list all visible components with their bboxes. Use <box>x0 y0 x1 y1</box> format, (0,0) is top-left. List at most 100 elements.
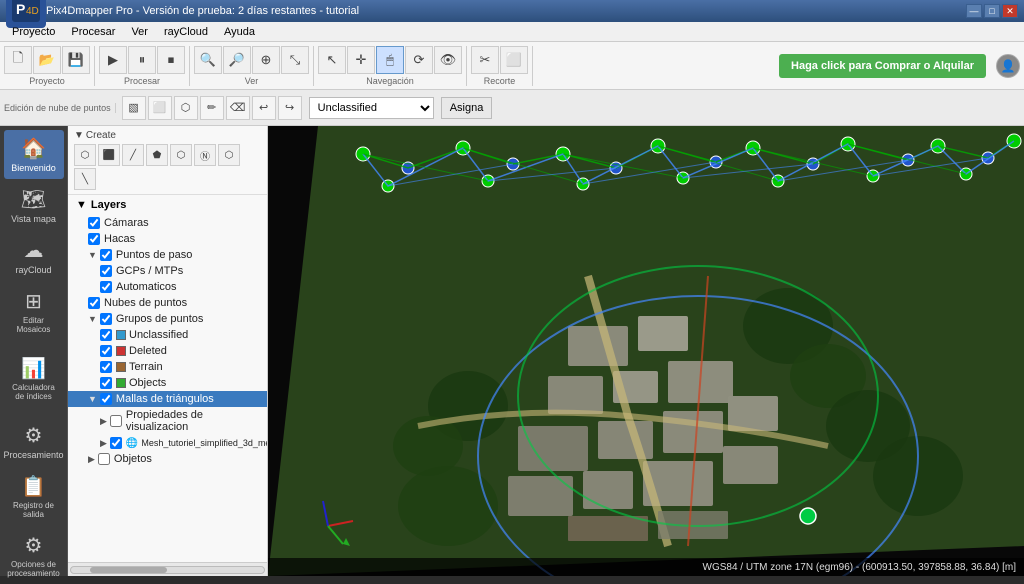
layer-grupos-check[interactable] <box>100 313 112 325</box>
sidebar-reg-label: Registro desalida <box>13 501 54 519</box>
recorte-btn1[interactable]: ✂ <box>471 46 499 74</box>
sidebar-item-editar-mosaicos[interactable]: ⊞ EditarMosaicos <box>4 283 64 340</box>
layer-prop-viz-check[interactable] <box>110 415 122 427</box>
main-toolbar: 🗋 📂 💾 Proyecto ▶ ⏸ ⏹ Procesar 🔍 🔎 ⊕ ⤡ Ve… <box>0 42 1024 90</box>
layer-camaras-label: Cámaras <box>104 217 149 229</box>
nav-btn4[interactable]: ⟳ <box>405 46 433 74</box>
create-tool-5[interactable]: Ⓝ <box>194 144 216 166</box>
nav-btn3[interactable]: 🖱 <box>376 46 404 74</box>
create-tool-4[interactable]: ⬡ <box>170 144 192 166</box>
nav-btn1[interactable]: ↖ <box>318 46 346 74</box>
save-project-button[interactable]: 💾 <box>62 46 90 74</box>
layers-header[interactable]: ▼ Layers <box>68 195 267 215</box>
left-sidebar: 🏠 Bienvenido 🗺 Vista mapa ☁ rayCloud ⊞ E… <box>0 126 68 576</box>
layer-objects-label: Objects <box>129 377 166 389</box>
menu-proyecto[interactable]: Proyecto <box>4 24 63 40</box>
layer-gcps-check[interactable] <box>100 265 112 277</box>
create-tool-7[interactable]: ╲ <box>74 168 96 190</box>
layer-nubes[interactable]: Nubes de puntos <box>68 295 267 311</box>
menu-ayuda[interactable]: Ayuda <box>216 24 263 40</box>
layer-mesh-check[interactable] <box>110 437 122 449</box>
layer-puntos-paso[interactable]: ▼ Puntos de paso <box>68 247 267 263</box>
coordinate-status: WGS84 / UTM zone 17N (egm96) - (600913.5… <box>703 562 1017 573</box>
layer-camaras-check[interactable] <box>88 217 100 229</box>
menu-procesar[interactable]: Procesar <box>63 24 123 40</box>
view-btn2[interactable]: 🔎 <box>223 46 251 74</box>
create-tool-6[interactable]: ⬡ <box>218 144 240 166</box>
create-tool-3[interactable]: ⬟ <box>146 144 168 166</box>
open-project-button[interactable]: 📂 <box>33 46 61 74</box>
layer-terrain[interactable]: Terrain <box>68 359 267 375</box>
unclassified-color-swatch <box>116 330 126 340</box>
menu-ver[interactable]: Ver <box>123 24 156 40</box>
pc-rect-btn[interactable]: ⬜ <box>148 96 172 120</box>
layer-objetos[interactable]: ▶ Objetos <box>68 451 267 467</box>
layer-mallas[interactable]: ▼ Mallas de triángulos <box>68 391 267 407</box>
sidebar-item-procesamiento[interactable]: ⚙ Procesamiento <box>4 417 64 466</box>
toolbar-section-proyecto: 🗋 📂 💾 Proyecto <box>4 46 95 86</box>
layer-terrain-check[interactable] <box>100 361 112 373</box>
create-tool-2[interactable]: ╱ <box>122 144 144 166</box>
view-btn3[interactable]: ⊕ <box>252 46 280 74</box>
toolbar-section-procesar: ▶ ⏸ ⏹ Procesar <box>99 46 190 86</box>
view-btn1[interactable]: 🔍 <box>194 46 222 74</box>
layer-camaras[interactable]: Cámaras <box>68 215 267 231</box>
layer-hacas-check[interactable] <box>88 233 100 245</box>
calculator-icon: 📊 <box>21 356 46 381</box>
layer-deleted[interactable]: Deleted <box>68 343 267 359</box>
layer-hacas[interactable]: Hacas <box>68 231 267 247</box>
layer-scrollbar[interactable] <box>68 562 267 576</box>
layer-deleted-check[interactable] <box>100 345 112 357</box>
create-tool-0[interactable]: ⬡ <box>74 144 96 166</box>
layer-unclassified[interactable]: Unclassified <box>68 327 267 343</box>
layer-prop-viz[interactable]: ▶ Propiedades de visualizacion <box>68 407 267 435</box>
layer-grupos[interactable]: ▼ Grupos de puntos <box>68 311 267 327</box>
deleted-color-swatch <box>116 346 126 356</box>
user-icon[interactable]: 👤 <box>996 54 1020 78</box>
layer-auto-check[interactable] <box>100 281 112 293</box>
assign-button[interactable]: Asigna <box>441 97 493 119</box>
layer-gcps[interactable]: GCPs / MTPs <box>68 263 267 279</box>
pc-redo-btn[interactable]: ↪ <box>278 96 302 120</box>
layer-puntos-paso-check[interactable] <box>100 249 112 261</box>
mallas-arrow: ▼ <box>88 394 97 404</box>
sidebar-item-calculadora[interactable]: 📊 Calculadorade índices <box>4 350 64 407</box>
create-title[interactable]: ▼ Create <box>74 130 261 141</box>
create-tool-1[interactable]: ⬛ <box>98 144 120 166</box>
classification-dropdown[interactable]: Unclassified Ground Low Vegetation Mediu… <box>309 97 434 119</box>
sidebar-item-raycloud[interactable]: ☁ rayCloud <box>4 232 64 281</box>
layer-unclass-check[interactable] <box>100 329 112 341</box>
process-btn3[interactable]: ⏹ <box>157 46 185 74</box>
buy-button[interactable]: Haga click para Comprar o Alquilar <box>779 54 986 78</box>
layer-objects[interactable]: Objects <box>68 375 267 391</box>
pc-brush-btn[interactable]: ✏ <box>200 96 224 120</box>
menu-raycloud[interactable]: rayCloud <box>156 24 216 40</box>
recorte-btn2[interactable]: ⬜ <box>500 46 528 74</box>
layer-objetos-check[interactable] <box>98 453 110 465</box>
layer-mallas-check[interactable] <box>100 393 112 405</box>
layer-scrollbar-thumb[interactable] <box>90 567 167 573</box>
layer-automaticos[interactable]: Automaticos <box>68 279 267 295</box>
sidebar-item-vista-mapa[interactable]: 🗺 Vista mapa <box>4 181 64 230</box>
close-button[interactable]: ✕ <box>1002 4 1018 18</box>
minimize-button[interactable]: — <box>966 4 982 18</box>
sidebar-item-registro[interactable]: 📋 Registro desalida <box>4 468 64 525</box>
layer-mesh-tutoriel[interactable]: ▶ 🌐 Mesh_tutoriel_simplified_3d_me <box>68 435 267 451</box>
layer-nubes-check[interactable] <box>88 297 100 309</box>
pc-poly-btn[interactable]: ⬡ <box>174 96 198 120</box>
nav-btn5[interactable]: 👁 <box>434 46 462 74</box>
pc-undo-btn[interactable]: ↩ <box>252 96 276 120</box>
pc-select-btn[interactable]: ▧ <box>122 96 146 120</box>
maximize-button[interactable]: □ <box>984 4 1000 18</box>
layer-objects-check[interactable] <box>100 377 112 389</box>
grupos-arrow: ▼ <box>88 314 97 324</box>
process-btn1[interactable]: ▶ <box>99 46 127 74</box>
new-project-button[interactable]: 🗋 <box>4 46 32 74</box>
sidebar-item-bienvenido[interactable]: 🏠 Bienvenido <box>4 130 64 179</box>
process-btn2[interactable]: ⏸ <box>128 46 156 74</box>
sidebar-item-opciones[interactable]: ⚙ Opciones deprocesamiento <box>4 527 64 584</box>
pc-eraser-btn[interactable]: ⌫ <box>226 96 250 120</box>
3d-viewport[interactable]: WGS84 / UTM zone 17N (egm96) - (600913.5… <box>268 126 1024 576</box>
view-btn4[interactable]: ⤡ <box>281 46 309 74</box>
nav-btn2[interactable]: ✛ <box>347 46 375 74</box>
